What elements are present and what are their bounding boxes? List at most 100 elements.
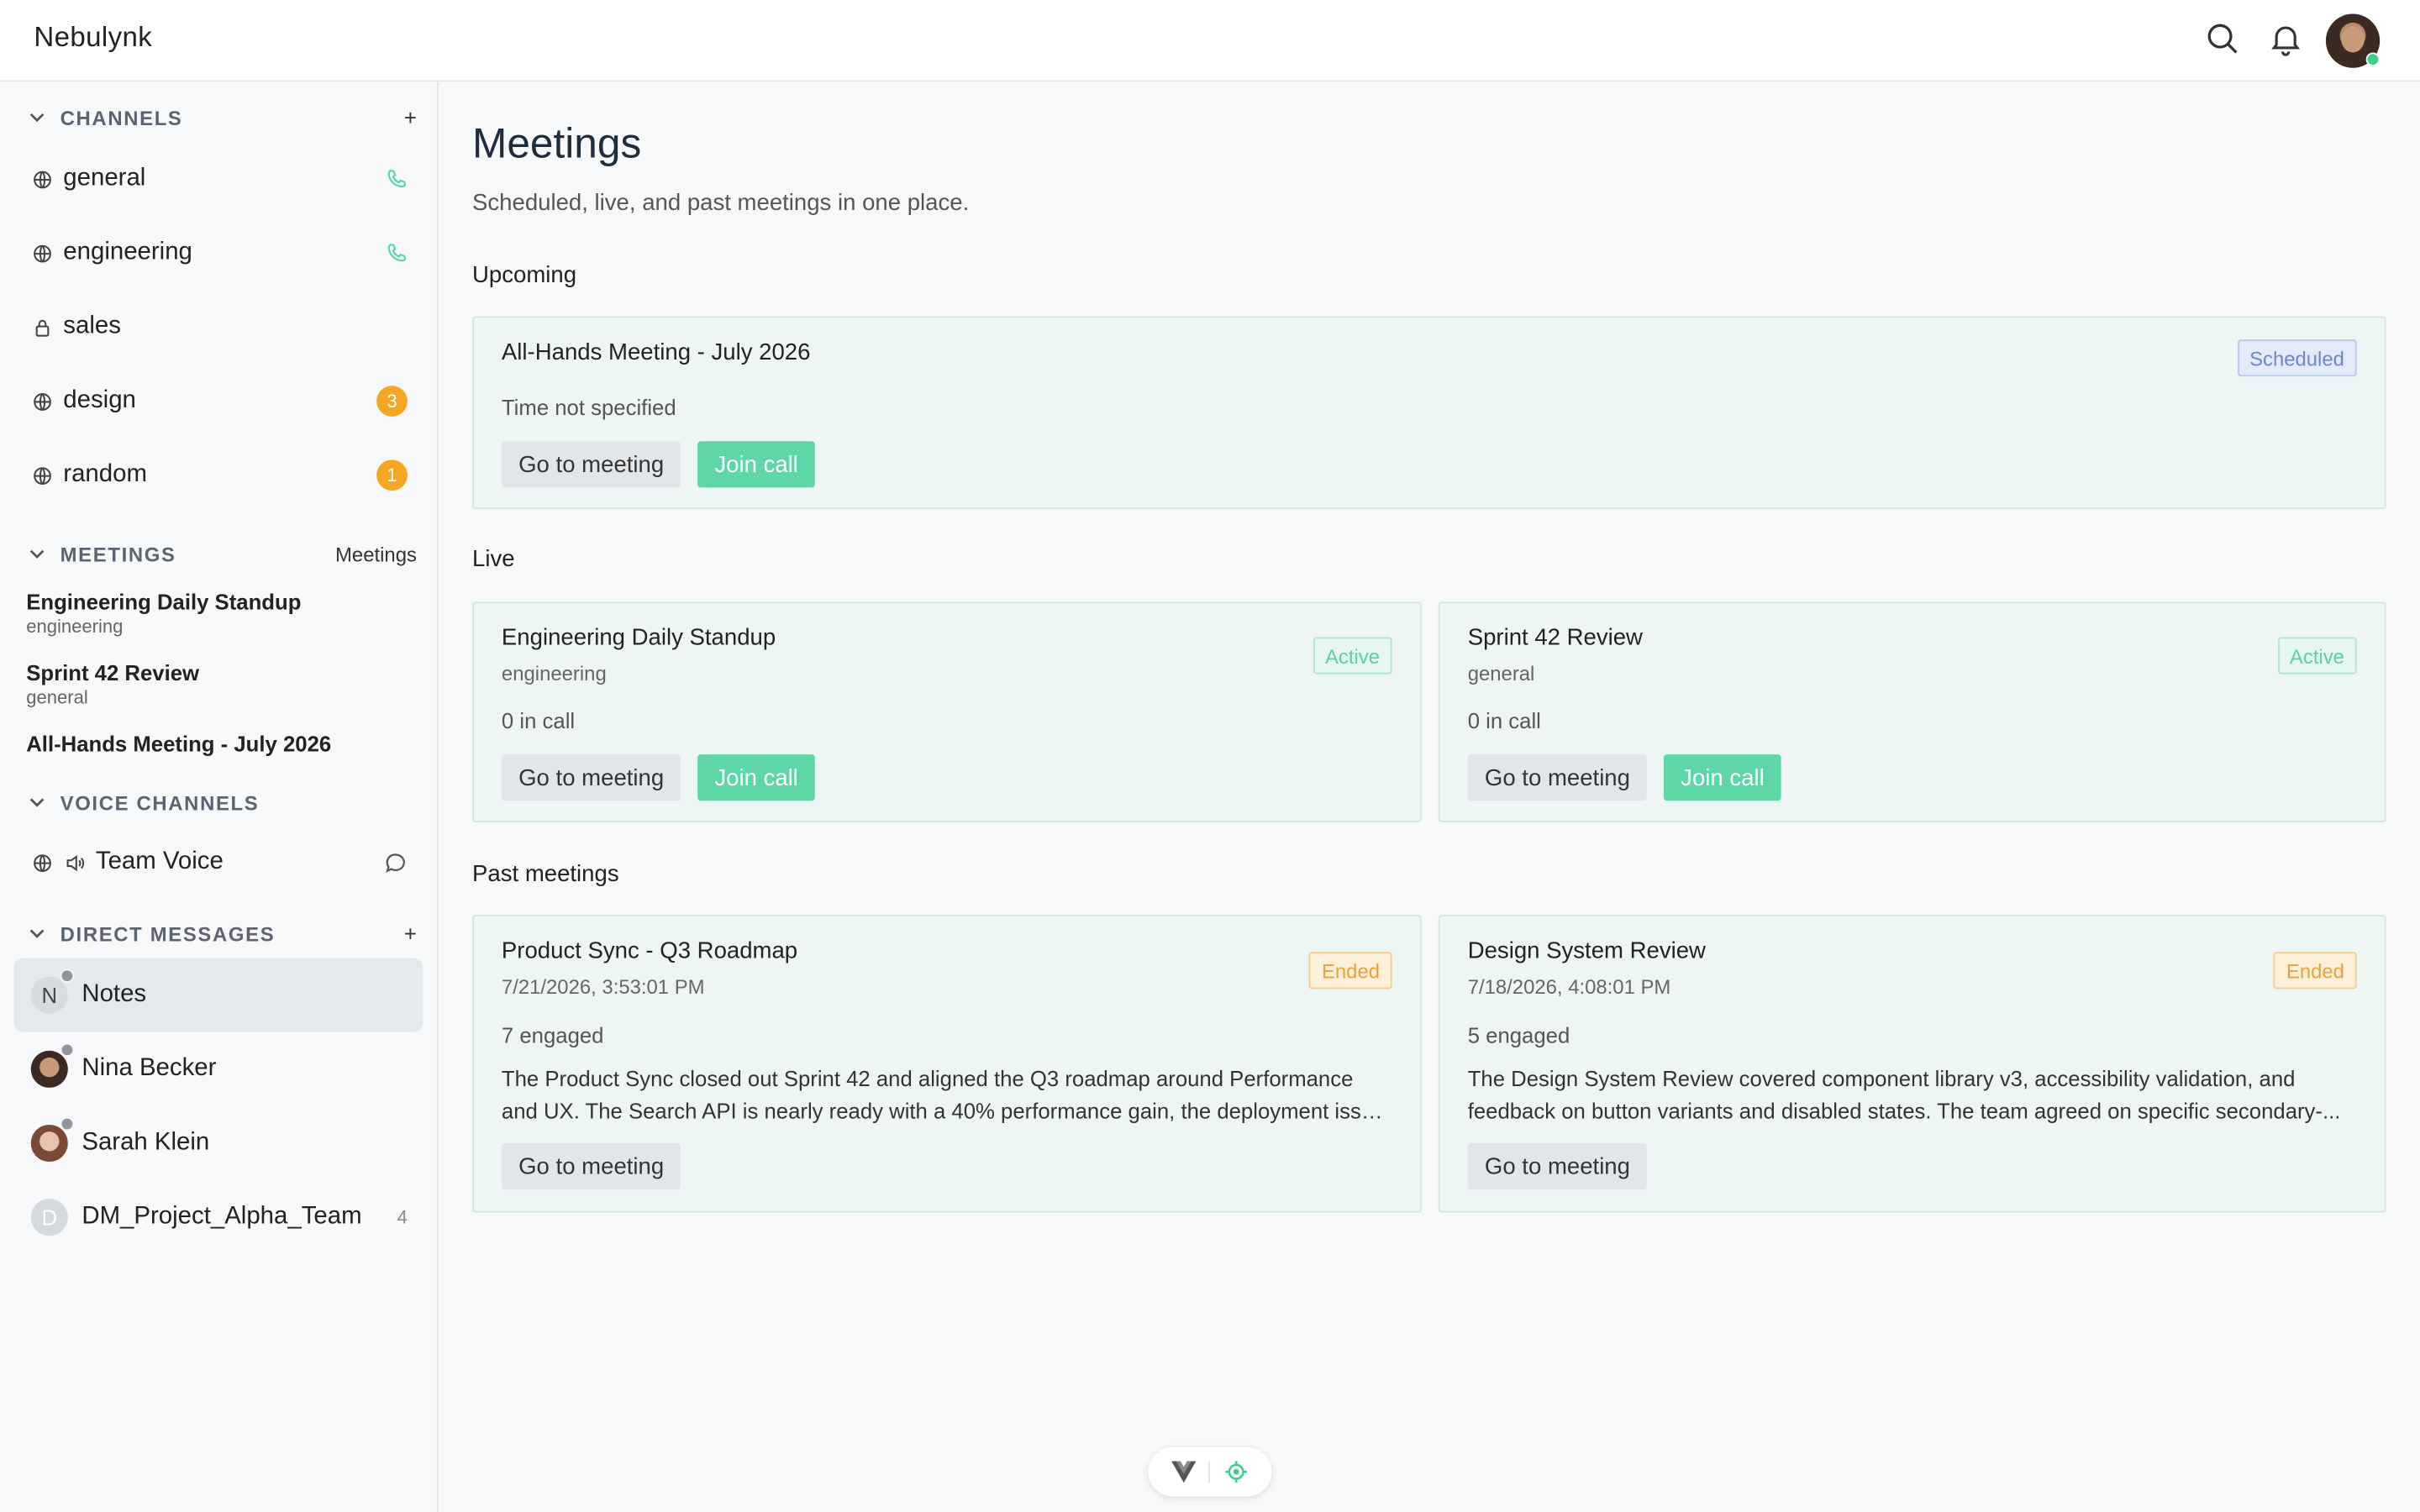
add-dm-button[interactable]: + [404, 921, 417, 946]
dm-label: Sarah Klein [82, 1129, 210, 1156]
engagement-count: 5 engaged [1467, 1022, 1570, 1048]
go-to-meeting-button[interactable]: Go to meeting [1467, 754, 1648, 801]
status-badge: Active [1313, 637, 1392, 675]
upcoming-heading: Upcoming [472, 262, 577, 289]
meeting-card-title: Product Sync - Q3 Roadmap [501, 937, 798, 964]
dm-item-project-alpha-team[interactable]: D DM_Project_Alpha_Team 4 [14, 1180, 424, 1254]
channel-item-design[interactable]: design 3 [14, 365, 424, 436]
avatar: N [30, 969, 75, 1014]
presence-dot [60, 969, 75, 983]
meeting-card-live: Sprint 42 Review Active general 0 in cal… [1438, 601, 2386, 822]
meetings-link[interactable]: Meetings [335, 543, 417, 566]
meeting-time: Time not specified [501, 395, 676, 420]
dm-label: DM_Project_Alpha_Team [82, 1203, 362, 1230]
meeting-date: 7/18/2026, 4:08:01 PM [1467, 974, 1671, 999]
go-to-meeting-button[interactable]: Go to meeting [501, 441, 681, 488]
chevron-down-icon[interactable] [28, 793, 46, 811]
channel-item-engineering[interactable]: engineering [14, 218, 424, 288]
go-to-meeting-button[interactable]: Go to meeting [1467, 1142, 1648, 1190]
meeting-title: Sprint 42 Review [26, 660, 200, 685]
meetings-section-header: MEETINGS Meetings [28, 538, 417, 570]
sidebar-meeting-item[interactable]: Engineering Daily Standup engineering [26, 590, 419, 638]
chat-bubble-icon[interactable] [384, 851, 408, 874]
page-subtitle: Scheduled, live, and past meetings in on… [472, 189, 970, 217]
bell-icon[interactable] [2267, 20, 2304, 57]
phone-icon[interactable] [386, 242, 408, 264]
globe-icon [31, 391, 53, 412]
user-avatar[interactable] [2325, 13, 2381, 68]
engagement-count: 7 engaged [501, 1022, 604, 1048]
channels-section-title: CHANNELS [60, 105, 183, 129]
meeting-title: All-Hands Meeting - July 2026 [26, 731, 332, 756]
participant-count: 0 in call [501, 708, 576, 733]
app-brand[interactable]: Nebulynk [34, 22, 152, 55]
top-bar: Nebulynk [0, 0, 2420, 82]
devtools-pill [1148, 1446, 1272, 1497]
voice-section-title: VOICE CHANNELS [60, 790, 260, 814]
chevron-down-icon[interactable] [28, 544, 46, 563]
dm-item-notes[interactable]: N Notes [13, 958, 424, 1032]
search-icon[interactable] [2204, 20, 2241, 57]
avatar-face [2341, 26, 2365, 53]
channel-label: random [63, 461, 147, 488]
meeting-summary: The Product Sync closed out Sprint 42 an… [501, 1066, 1386, 1124]
channel-item-general[interactable]: general [14, 144, 424, 214]
go-to-meeting-button[interactable]: Go to meeting [501, 754, 681, 801]
channel-item-random[interactable]: random 1 [14, 439, 424, 510]
past-meetings-heading: Past meetings [472, 860, 619, 888]
chevron-down-icon[interactable] [28, 108, 46, 127]
dm-label: Nina Becker [82, 1055, 217, 1082]
globe-icon [31, 168, 53, 190]
page-title: Meetings [472, 120, 642, 167]
dm-section-header: DIRECT MESSAGES + [28, 918, 417, 949]
lock-icon [31, 317, 53, 339]
meeting-card-title: All-Hands Meeting - July 2026 [501, 339, 811, 366]
meeting-card-past: Design System Review Ended 7/18/2026, 4:… [1438, 915, 2386, 1213]
target-icon[interactable] [1223, 1458, 1250, 1486]
phone-icon[interactable] [386, 168, 408, 190]
channel-label: design [63, 387, 136, 414]
status-badge: Scheduled [2237, 339, 2357, 377]
live-heading: Live [472, 546, 515, 573]
meeting-card-live: Engineering Daily Standup Active enginee… [472, 601, 1422, 822]
vue-logo-icon[interactable] [1170, 1458, 1197, 1486]
dm-item-sarah-klein[interactable]: Sarah Klein [14, 1106, 424, 1180]
globe-icon [31, 852, 53, 874]
channel-item-sales[interactable]: sales [14, 291, 424, 362]
sidebar-meeting-item[interactable]: Sprint 42 Review general [26, 660, 419, 708]
join-call-button[interactable]: Join call [1663, 754, 1781, 801]
online-status-dot [2365, 52, 2381, 66]
meeting-channel: general [26, 686, 88, 709]
channel-label: general [63, 165, 146, 192]
avatar-initial: D [41, 1205, 58, 1230]
sidebar: CHANNELS + general engineering sales des… [0, 81, 439, 1512]
voice-channel-team-voice[interactable]: Team Voice [14, 827, 424, 897]
meeting-card-title: Engineering Daily Standup [501, 624, 776, 652]
app-root: Nebulynk CHANNELS + general engineering [0, 0, 2420, 1512]
chevron-down-icon[interactable] [28, 924, 46, 942]
unread-badge: 3 [376, 386, 408, 417]
avatar: D [30, 1199, 68, 1236]
status-badge: Active [2277, 637, 2357, 675]
meeting-channel: general [1467, 661, 1535, 685]
main-content: Meetings Scheduled, live, and past meeti… [439, 81, 2420, 1512]
add-channel-button[interactable]: + [404, 105, 417, 129]
go-to-meeting-button[interactable]: Go to meeting [501, 1142, 681, 1190]
sidebar-meeting-item[interactable]: All-Hands Meeting - July 2026 [26, 732, 419, 756]
join-call-button[interactable]: Join call [697, 754, 816, 801]
status-badge: Ended [1309, 952, 1392, 990]
presence-dot [60, 1116, 75, 1131]
dm-item-nina-becker[interactable]: Nina Becker [14, 1032, 424, 1106]
channel-label: sales [63, 312, 121, 340]
globe-icon [31, 465, 53, 486]
channels-section-header: CHANNELS + [28, 102, 417, 133]
join-call-button[interactable]: Join call [697, 441, 816, 488]
participant-count: 0 in call [1467, 708, 1541, 733]
channel-label: engineering [63, 239, 192, 265]
meeting-card-title: Sprint 42 Review [1467, 624, 1643, 652]
meeting-summary: The Design System Review covered compone… [1467, 1066, 2341, 1124]
meetings-section-title: MEETINGS [60, 542, 176, 566]
voice-section-header: VOICE CHANNELS [28, 787, 417, 818]
avatar [30, 1116, 75, 1163]
presence-dot [60, 1042, 75, 1058]
